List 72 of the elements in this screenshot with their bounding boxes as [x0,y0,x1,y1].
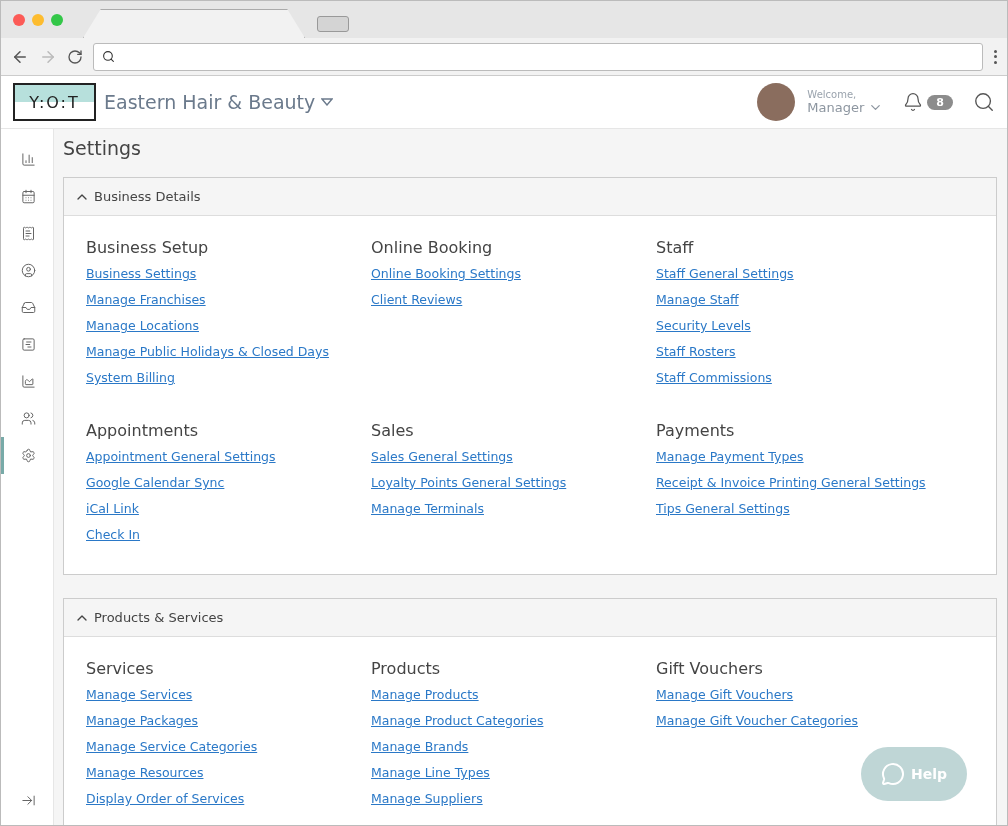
settings-link[interactable]: Manage Staff [656,287,974,313]
users-icon [21,411,36,426]
settings-link[interactable]: Display Order of Services [86,786,371,812]
area-chart-icon [21,374,36,389]
settings-link[interactable]: Online Booking Settings [371,261,656,287]
settings-link[interactable]: Manage Suppliers [371,786,656,812]
group-heading: Business Setup [86,238,210,257]
group-heading: Online Booking [371,238,494,257]
settings-link[interactable]: Manage Payment Types [656,444,974,470]
settings-link[interactable]: Loyalty Points General Settings [371,470,656,496]
group-heading: Sales [371,421,415,440]
reload-icon[interactable] [67,48,83,65]
settings-link[interactable]: Manage Gift Vouchers [656,682,974,708]
group-heading: Services [86,659,155,678]
maximize-dot[interactable] [51,13,63,26]
settings-link[interactable]: iCal Link [86,496,371,522]
receipt-icon [21,226,36,241]
settings-link[interactable]: Business Settings [86,261,371,287]
bell-icon[interactable] [903,92,924,112]
panel-header[interactable]: Products & Services [64,599,996,637]
settings-link[interactable]: Manage Product Categories [371,708,656,734]
settings-link[interactable]: Security Levels [656,313,974,339]
settings-link[interactable]: Manage Line Types [371,760,656,786]
search-icon [102,50,115,63]
search-icon[interactable] [973,91,995,113]
settings-link[interactable]: Sales General Settings [371,444,656,470]
settings-link[interactable]: Manage Terminals [371,496,656,522]
caret-icon [321,98,334,106]
settings-link[interactable]: Manage Services [86,682,371,708]
bar-chart-icon [21,152,36,167]
settings-link[interactable]: Staff Commissions [656,365,974,391]
settings-link[interactable]: Manage Locations [86,313,371,339]
notification-count: 8 [927,94,953,110]
settings-link[interactable]: Client Reviews [371,287,656,313]
calendar-icon [21,189,36,204]
user-menu[interactable]: Welcome, Manager [807,89,884,115]
panel-header[interactable]: Business Details [64,178,996,216]
settings-link[interactable]: Manage Public Holidays & Closed Days [86,339,371,365]
business-selector[interactable]: Eastern Hair & Beauty [104,91,334,113]
menu-icon[interactable] [993,49,997,64]
settings-link[interactable]: Google Calendar Sync [86,470,371,496]
group-heading: Gift Vouchers [656,659,764,678]
settings-link[interactable]: Staff Rosters [656,339,974,365]
group-heading: Staff [656,238,695,257]
settings-link[interactable]: Tips General Settings [656,496,974,522]
group-heading: Products [371,659,442,678]
new-tab-button[interactable] [317,16,349,32]
settings-link[interactable]: Check In [86,522,371,548]
settings-link[interactable]: System Billing [86,365,371,391]
avatar[interactable] [757,83,796,121]
settings-link[interactable]: Receipt & Invoice Printing General Settings [656,470,974,496]
settings-link[interactable]: Staff General Settings [656,261,974,287]
settings-link[interactable]: Manage Packages [86,708,371,734]
settings-link[interactable]: Manage Products [371,682,656,708]
settings-link[interactable]: Appointment General Settings [86,444,371,470]
settings-link[interactable]: Manage Gift Voucher Categories [656,708,974,734]
arrow-to-line-icon [21,793,36,808]
group-heading: Payments [656,421,736,440]
settings-icon [21,448,36,463]
logo[interactable]: Y:O:T [13,83,96,121]
settings-link[interactable]: Manage Franchises [86,287,371,313]
settings-link[interactable]: Manage Resources [86,760,371,786]
inbox-icon [21,300,36,315]
chat-bubble-icon [880,762,905,786]
group-heading: Appointments [86,421,200,440]
user-icon [21,263,36,278]
page-title: Settings [63,137,142,159]
settings-link[interactable]: Manage Brands [371,734,656,760]
close-dot[interactable] [13,13,25,26]
address-bar[interactable] [93,42,983,71]
minimize-dot[interactable] [32,13,44,26]
settings-link[interactable]: Manage Service Categories [86,734,371,760]
